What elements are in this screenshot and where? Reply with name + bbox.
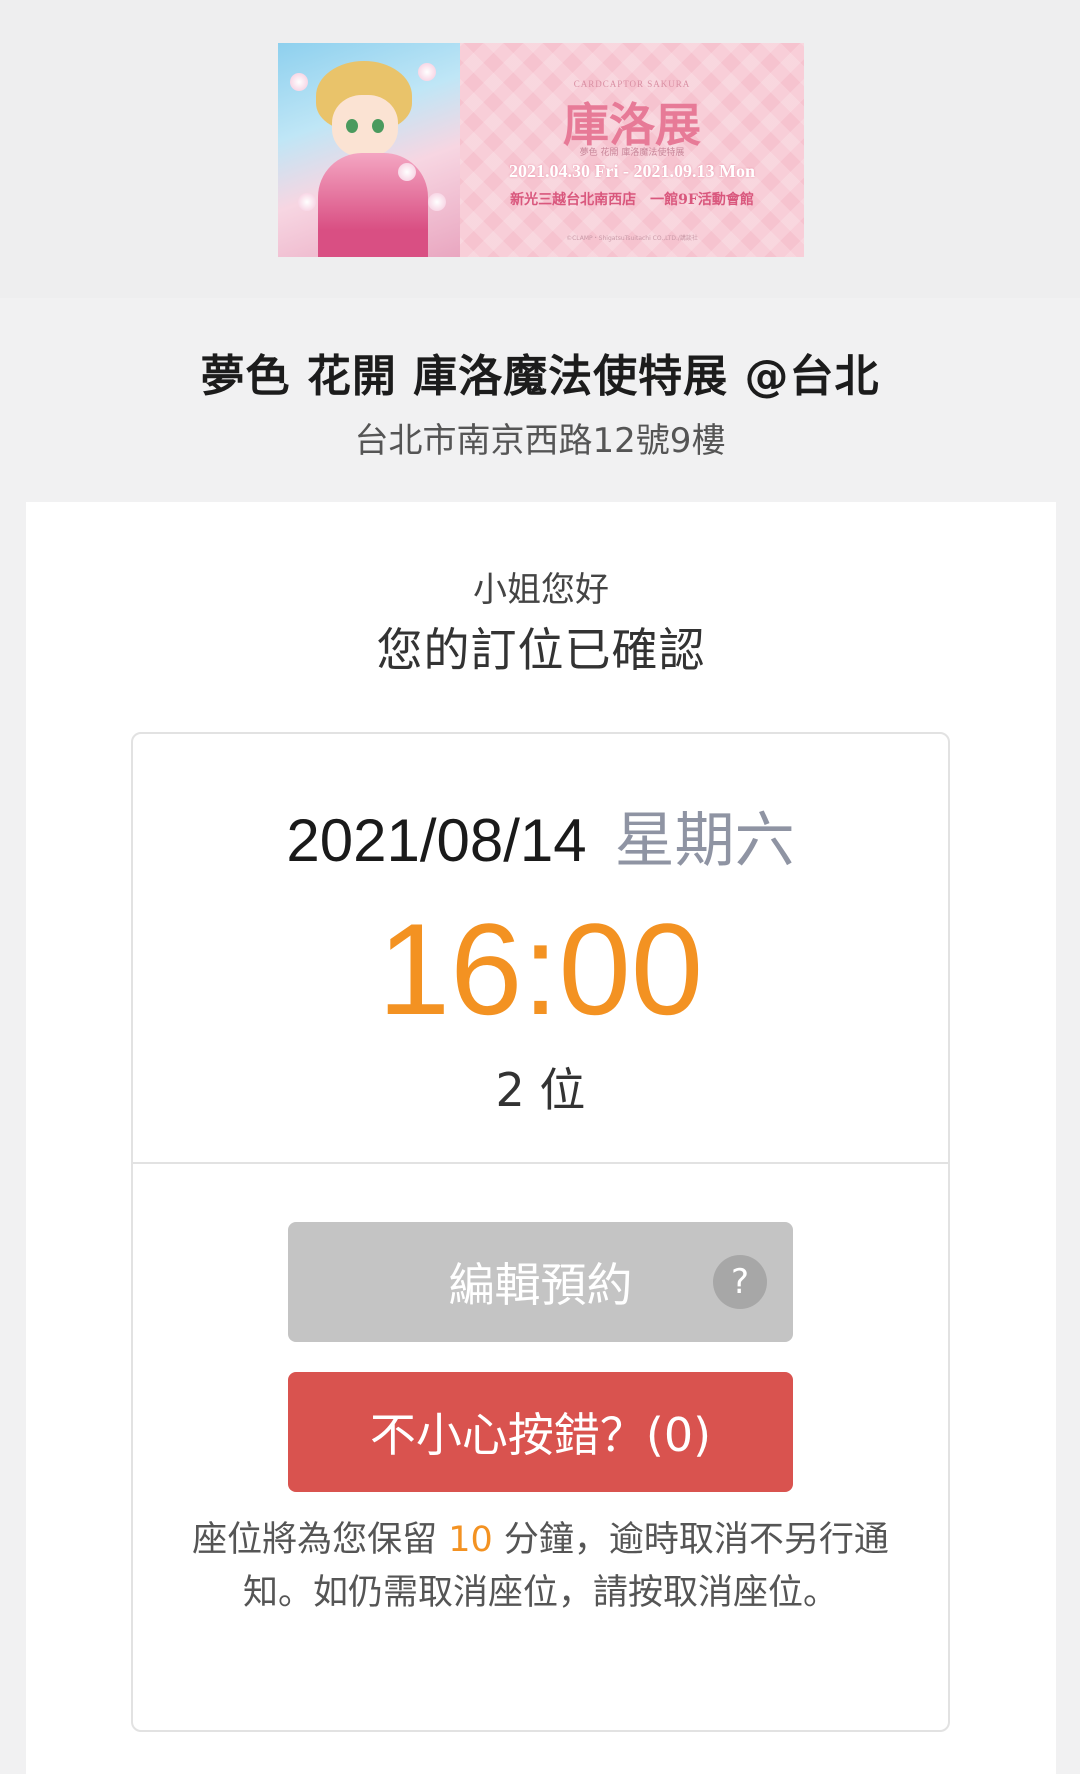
- cancel-booking-button[interactable]: 不小心按錯？(0): [288, 1372, 793, 1492]
- banner-tagline: 夢色 花開 庫洛魔法使特展: [579, 148, 685, 158]
- hold-minutes: 10: [448, 1520, 493, 1560]
- notice-text-start: 座位將為您保留: [192, 1520, 449, 1560]
- booking-date: 2021/08/14: [286, 807, 587, 874]
- banner-area: CARDCAPTOR SAKURA 庫洛展 夢色 花開 庫洛魔法使特展 2021…: [0, 0, 1080, 298]
- edit-booking-button[interactable]: 編輯預約 ?: [288, 1222, 793, 1342]
- illustration-eye: [346, 119, 358, 133]
- party-size: 2 位: [495, 1063, 586, 1117]
- banner-venue: 新光三越台北南西店 一館9F活動會館: [510, 192, 754, 208]
- flower-icon: [398, 163, 416, 181]
- help-icon[interactable]: ?: [713, 1255, 767, 1309]
- event-banner[interactable]: CARDCAPTOR SAKURA 庫洛展 夢色 花開 庫洛魔法使特展 2021…: [278, 43, 804, 257]
- banner-subtitle: CARDCAPTOR SAKURA: [573, 79, 691, 89]
- flower-icon: [290, 73, 308, 91]
- confirmation-status: 您的訂位已確認: [376, 623, 706, 677]
- confirmation-card: 小姐您好 您的訂位已確認 2021/08/14 星期六 16:00 2 位 編輯預…: [26, 502, 1056, 1774]
- greeting-text: 小姐您好: [473, 570, 609, 610]
- flower-icon: [298, 193, 316, 211]
- event-address: 台北市南京西路12號9樓: [354, 421, 726, 461]
- flower-icon: [428, 193, 446, 211]
- edit-booking-label: 編輯預約: [448, 1258, 633, 1312]
- hold-notice: 座位將為您保留 10 分鐘，逾時取消不另行通知。如仍需取消座位，請按取消座位。: [173, 1514, 908, 1620]
- banner-dates: 2021.04.30 Fri - 2021.09.13 Mon: [509, 161, 755, 181]
- booking-date-row: 2021/08/14 星期六: [133, 792, 948, 879]
- banner-copyright: ©CLAMP・ShigatsuTsuitachi CO.,LTD./講談社: [566, 235, 698, 242]
- divider: [133, 1162, 948, 1164]
- banner-illustration: [278, 43, 460, 257]
- booking-weekday: 星期六: [614, 806, 795, 876]
- cancel-booking-label: 不小心按錯？(0): [369, 1408, 712, 1462]
- event-title: 夢色 花開 庫洛魔法使特展 @台北: [200, 351, 880, 402]
- flower-icon: [418, 63, 436, 81]
- booking-time: 16:00: [377, 896, 704, 1042]
- booking-details: 2021/08/14 星期六 16:00 2 位 編輯預約 ? 不小心按錯？(0)…: [131, 732, 950, 1732]
- illustration-eye: [372, 119, 384, 133]
- illustration-face: [332, 95, 398, 157]
- banner-info: CARDCAPTOR SAKURA 庫洛展 夢色 花開 庫洛魔法使特展 2021…: [460, 43, 804, 257]
